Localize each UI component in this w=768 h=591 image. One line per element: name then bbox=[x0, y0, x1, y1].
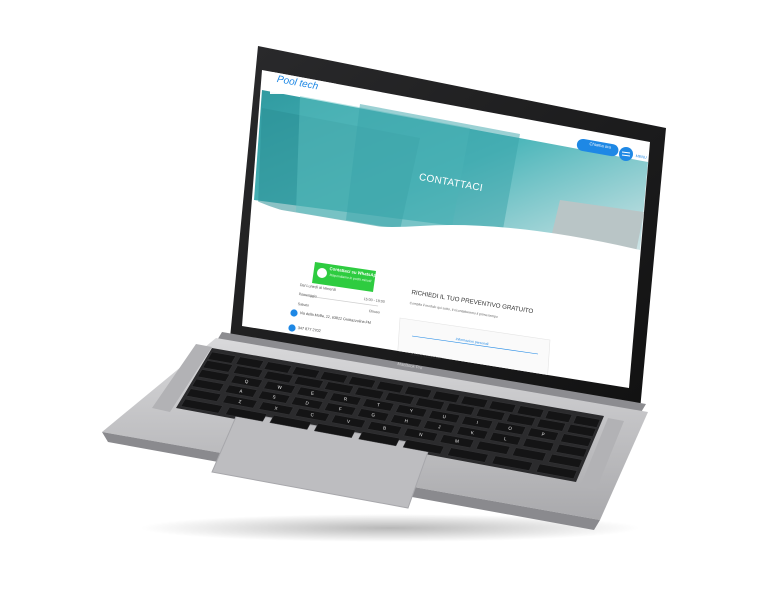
phone-icon bbox=[288, 324, 296, 332]
whatsapp-icon bbox=[317, 268, 327, 278]
location-icon bbox=[290, 309, 298, 317]
laptop-illustration: QWERTYUIOPASDFGHJKLZXCVBNM bbox=[102, 46, 666, 542]
menu-icon bbox=[619, 147, 633, 161]
laptop-mockup: QWERTYUIOPASDFGHJKLZXCVBNM Pool tech Chi… bbox=[0, 0, 768, 591]
